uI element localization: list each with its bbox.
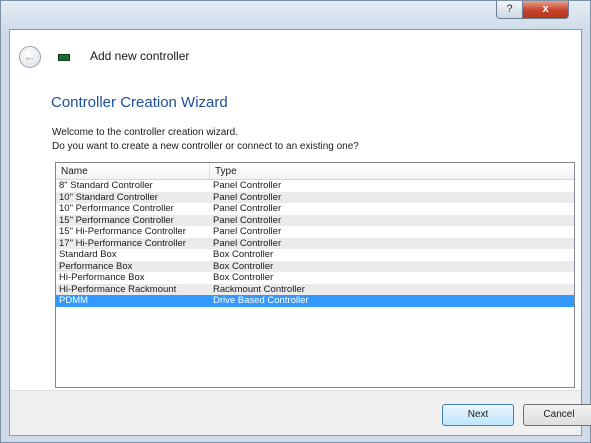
intro-text-line-2: Do you want to create a new controller o… (52, 141, 359, 152)
list-item-name: Hi-Performance Rackmount (59, 283, 177, 295)
list-item-name: 15" Hi-Performance Controller (59, 226, 186, 237)
list-rows: 8" Standard Controller Panel Controller 10… (56, 180, 574, 307)
list-item-type: Box Controller (213, 260, 274, 272)
list-item-type: Rackmount Controller (213, 283, 305, 295)
list-item-name: Hi-Performance Box (59, 272, 145, 283)
controller-list[interactable]: Name Type 8" Standard Controller Panel Co… (55, 162, 575, 388)
list-item-name: Performance Box (59, 260, 133, 272)
list-header: Name Type (56, 163, 574, 180)
cancel-button[interactable]: Cancel (523, 404, 591, 426)
list-item-type: Panel Controller (213, 237, 282, 249)
list-item-name: 8" Standard Controller (59, 180, 153, 191)
next-button[interactable]: Next (442, 404, 514, 426)
wizard-header: ← Add new controller (10, 30, 581, 85)
list-item-name: Standard Box (59, 249, 117, 260)
intro-text-line-1: Welcome to the controller creation wizar… (52, 127, 239, 138)
header-title: Add new controller (90, 49, 190, 63)
wizard-client-area: ← Add new controller Controller Creation… (9, 29, 591, 436)
list-item-name: 15" Performance Controller (59, 214, 174, 226)
list-item[interactable]: 10" Performance Controller Panel Controll… (56, 203, 574, 215)
help-button[interactable]: ? (496, 1, 523, 19)
list-item-type: Box Controller (213, 272, 274, 283)
wizard-footer: Next Cancel (10, 390, 591, 435)
list-item[interactable]: Hi-Performance Box Box Controller (56, 272, 574, 284)
list-item[interactable]: PDMM Drive Based Controller (56, 295, 574, 307)
list-item[interactable]: 15" Hi-Performance Controller Panel Contr… (56, 226, 574, 238)
list-item-type: Panel Controller (213, 180, 282, 191)
wizard-window: ? x ← Add new controller Controller Crea… (0, 0, 591, 443)
list-item-type: Panel Controller (213, 191, 282, 203)
wizard-title: Controller Creation Wizard (51, 94, 228, 111)
list-item-name: 10" Standard Controller (59, 191, 158, 203)
list-item-name: 17" Hi-Performance Controller (59, 237, 186, 249)
list-item-type: Drive Based Controller (213, 295, 309, 306)
back-arrow-icon[interactable]: ← (19, 46, 41, 68)
list-item[interactable]: 15" Performance Controller Panel Controll… (56, 214, 574, 226)
list-item[interactable]: Performance Box Box Controller (56, 260, 574, 272)
list-item[interactable]: 8" Standard Controller Panel Controller (56, 180, 574, 192)
title-bar: ? x (1, 1, 590, 29)
list-item-type: Panel Controller (213, 226, 282, 237)
controller-icon (58, 54, 70, 61)
list-item-type: Panel Controller (213, 203, 282, 214)
list-item[interactable]: Standard Box Box Controller (56, 249, 574, 261)
list-item-name: 10" Performance Controller (59, 203, 174, 214)
column-separator[interactable] (209, 163, 210, 179)
list-item-type: Box Controller (213, 249, 274, 260)
list-item[interactable]: 10" Standard Controller Panel Controller (56, 191, 574, 203)
column-header-name[interactable]: Name (61, 166, 88, 177)
close-button[interactable]: x (522, 1, 569, 19)
list-item[interactable]: 17" Hi-Performance Controller Panel Contr… (56, 237, 574, 249)
column-header-type[interactable]: Type (215, 166, 237, 177)
list-item[interactable]: Hi-Performance Rackmount Rackmount Contro… (56, 283, 574, 295)
list-item-type: Panel Controller (213, 214, 282, 226)
list-item-name: PDMM (59, 295, 89, 306)
